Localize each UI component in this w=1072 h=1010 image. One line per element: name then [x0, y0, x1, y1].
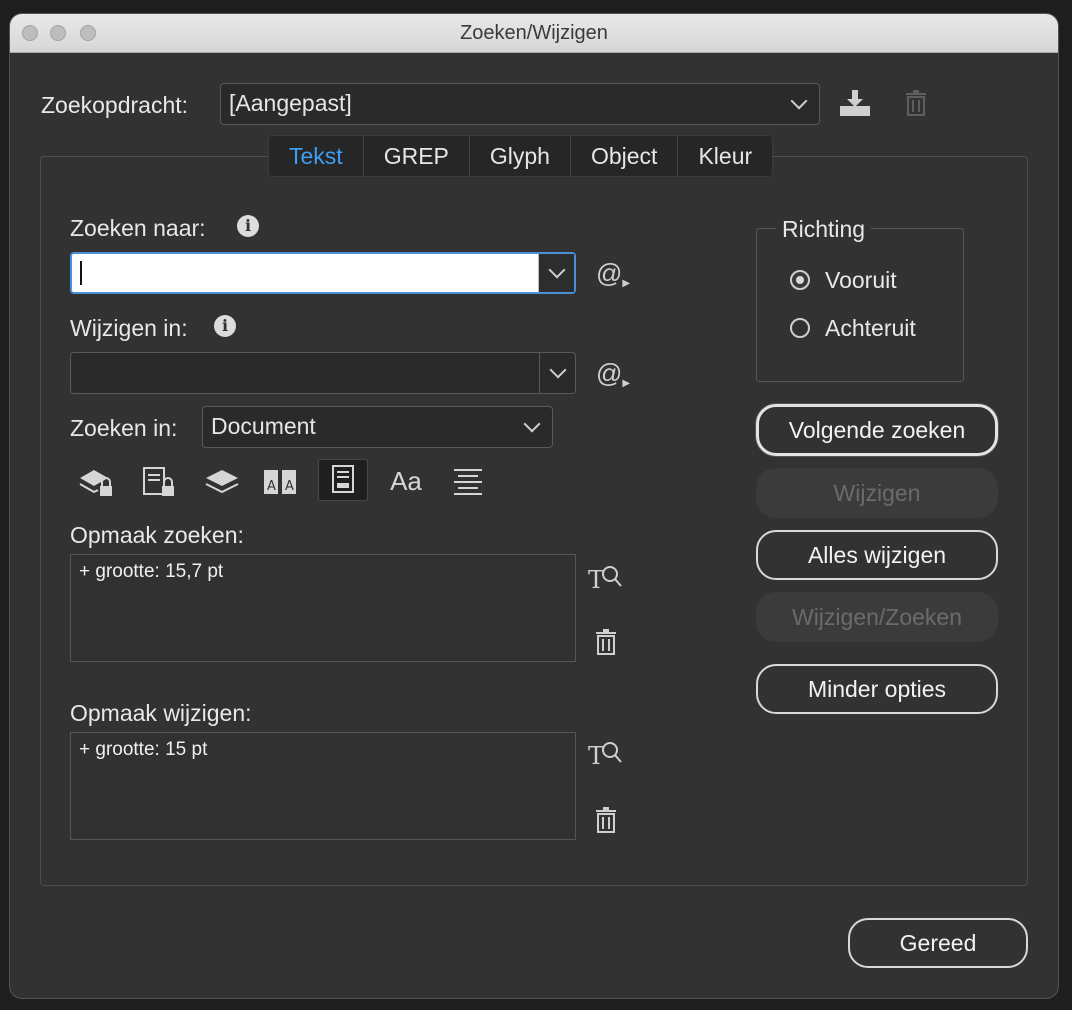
- chevron-down-icon[interactable]: [549, 361, 567, 379]
- find-next-button[interactable]: Volgende zoeken: [756, 404, 998, 456]
- svg-text:T: T: [588, 566, 604, 594]
- info-icon[interactable]: i: [214, 315, 236, 337]
- trash-icon: [596, 629, 616, 655]
- tab-object[interactable]: Object: [571, 136, 679, 176]
- find-history-dropdown[interactable]: [539, 254, 574, 292]
- trash-icon: [906, 90, 926, 116]
- master-pages-icon[interactable]: AA: [260, 464, 300, 500]
- tab-grep[interactable]: GREP: [364, 136, 470, 176]
- direction-forward-radio[interactable]: [790, 270, 810, 290]
- trash-icon: [596, 807, 616, 833]
- specify-change-format-button[interactable]: T: [588, 738, 624, 770]
- whole-word-icon[interactable]: [448, 464, 488, 500]
- change-input[interactable]: [70, 352, 576, 394]
- query-value: [Aangepast]: [229, 90, 352, 116]
- special-characters-find-button[interactable]: @▶: [596, 258, 630, 289]
- hidden-layers-icon[interactable]: [202, 464, 242, 500]
- at-sign-icon: @: [596, 358, 623, 388]
- clear-find-format-button[interactable]: [594, 628, 618, 656]
- direction-label: Richting: [776, 216, 872, 243]
- change-all-button[interactable]: Alles wijzigen: [756, 530, 998, 580]
- specify-find-format-button[interactable]: T: [588, 562, 624, 594]
- save-query-icon: [840, 90, 870, 116]
- tab-kleur[interactable]: Kleur: [678, 136, 772, 176]
- case-sensitive-icon[interactable]: Aa: [386, 464, 426, 500]
- find-format-box[interactable]: + grootte: 15,7 pt: [70, 554, 576, 662]
- change-label: Wijzigen in:: [70, 315, 188, 341]
- svg-text:A: A: [285, 479, 294, 494]
- window-title: Zoeken/Wijzigen: [460, 22, 608, 44]
- type-search-icon: T: [588, 742, 622, 770]
- at-sign-icon: @: [596, 258, 623, 288]
- change-format-value: + grootte: 15 pt: [79, 739, 208, 760]
- chevron-down-icon: [523, 415, 541, 433]
- info-icon[interactable]: i: [237, 215, 259, 237]
- change-find-button[interactable]: Wijzigen/Zoeken: [756, 592, 998, 642]
- svg-text:T: T: [588, 742, 604, 770]
- delete-query-button[interactable]: [904, 89, 928, 117]
- locked-stories-icon[interactable]: [140, 464, 180, 500]
- svg-text:A: A: [267, 479, 276, 494]
- find-input[interactable]: [70, 252, 576, 294]
- query-label: Zoekopdracht:: [41, 92, 189, 118]
- tab-glyph[interactable]: Glyph: [470, 136, 571, 176]
- query-select[interactable]: [Aangepast]: [220, 83, 820, 125]
- title-bar: Zoeken/Wijzigen: [10, 14, 1058, 53]
- special-characters-change-button[interactable]: @▶: [596, 358, 630, 389]
- fewer-options-button[interactable]: Minder opties: [756, 664, 998, 714]
- scope-value: Document: [211, 413, 316, 439]
- direction-backward-radio[interactable]: [790, 318, 810, 338]
- tab-bar: Tekst GREP Glyph Object Kleur: [268, 135, 774, 177]
- locked-layers-icon[interactable]: [76, 464, 116, 500]
- save-query-button[interactable]: [838, 88, 872, 118]
- find-format-value: + grootte: 15,7 pt: [79, 561, 224, 582]
- find-label: Zoeken naar:: [70, 215, 206, 241]
- footnotes-icon[interactable]: [318, 459, 368, 501]
- find-change-dialog: Zoeken/Wijzigen Zoekopdracht: [Aangepast…: [10, 14, 1058, 998]
- change-format-label: Opmaak wijzigen:: [70, 700, 252, 726]
- direction-group: [756, 228, 964, 382]
- done-button[interactable]: Gereed: [848, 918, 1028, 968]
- type-search-icon: T: [588, 566, 622, 594]
- change-button[interactable]: Wijzigen: [756, 468, 998, 518]
- chevron-down-icon: [790, 92, 808, 110]
- find-format-label: Opmaak zoeken:: [70, 522, 244, 548]
- tab-tekst[interactable]: Tekst: [269, 136, 364, 176]
- scope-label: Zoeken in:: [70, 415, 178, 441]
- text-cursor: [80, 261, 82, 285]
- change-format-box[interactable]: + grootte: 15 pt: [70, 732, 576, 840]
- direction-backward-label[interactable]: Achteruit: [825, 315, 916, 342]
- direction-forward-label[interactable]: Vooruit: [825, 267, 897, 294]
- clear-change-format-button[interactable]: [594, 806, 618, 834]
- chevron-down-icon: [548, 261, 566, 279]
- scope-select[interactable]: Document: [202, 406, 553, 448]
